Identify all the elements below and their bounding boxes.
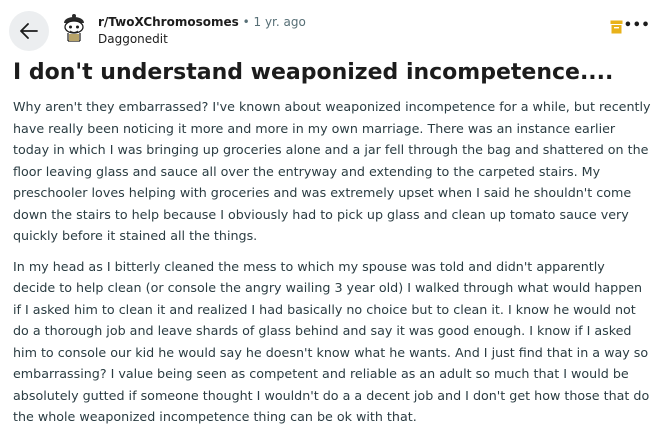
more-options-icon[interactable]: ••• bbox=[624, 16, 650, 34]
post-time: 1 yr. ago bbox=[253, 15, 306, 29]
subreddit-link[interactable]: r/TwoXChromosomes bbox=[98, 15, 239, 29]
back-arrow-icon bbox=[20, 23, 38, 39]
subreddit-avatar-icon[interactable] bbox=[60, 11, 88, 43]
back-button[interactable] bbox=[9, 11, 49, 51]
post-title: I don't understand weaponized incompeten… bbox=[13, 60, 614, 85]
meta-separator: • bbox=[242, 15, 250, 29]
post-body: Why aren't they embarrassed? I've known … bbox=[13, 96, 651, 437]
post-paragraph: In my head as I bitterly cleaned the mes… bbox=[13, 258, 650, 425]
save-bookmark-icon[interactable] bbox=[610, 20, 623, 34]
author-username[interactable]: Daggonedit bbox=[98, 31, 306, 47]
post-paragraph: Why aren't they embarrassed? I've known … bbox=[13, 99, 651, 243]
post-meta: r/TwoXChromosomes • 1 yr. ago Daggonedit bbox=[98, 14, 306, 47]
